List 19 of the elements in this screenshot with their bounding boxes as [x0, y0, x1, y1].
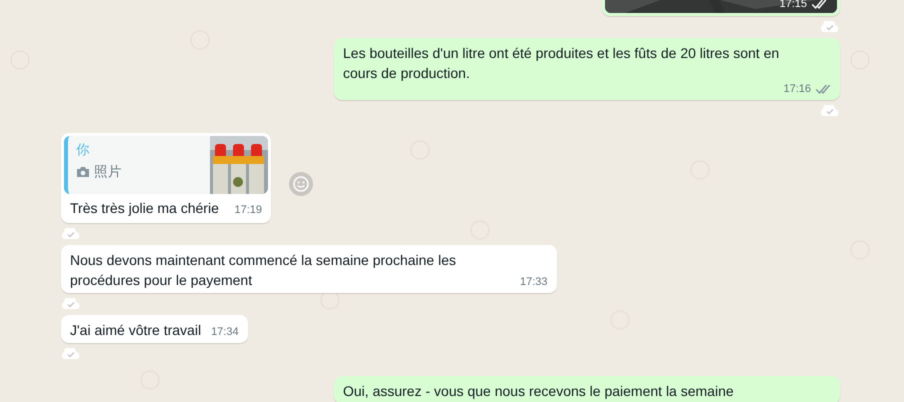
message-text: Nous devons maintenant commencé la semaine prochaine les procédures pour le payement [70, 251, 457, 290]
message-time: 17:33 [520, 276, 548, 288]
message-text: J'ai aimé vôtre travail [70, 321, 202, 340]
message-text: Très très jolie ma chérie [70, 199, 219, 218]
camera-icon [76, 166, 90, 178]
check-badge-icon [820, 21, 840, 32]
quote-label: 照片 [94, 163, 122, 181]
quoted-message[interactable]: 你 照片 [64, 136, 268, 194]
message-text: Les bouteilles d'un litre ont été produites et les fûts de 20 litres sont en cours de production. [343, 44, 780, 83]
message-time: 17:19 [234, 204, 262, 216]
emoji-button[interactable] [289, 172, 313, 196]
check-badge-icon [61, 348, 81, 359]
check-badge-icon [61, 228, 81, 239]
check-badge-icon [61, 298, 81, 309]
message-time: 17:34 [211, 326, 239, 338]
check-badge-icon [820, 105, 840, 116]
quote-author: 你 [76, 141, 91, 159]
message-time: 17:16 [783, 83, 811, 95]
message-text: Oui, assurez - vous que nous recevons le paiement la semaine [343, 382, 734, 401]
